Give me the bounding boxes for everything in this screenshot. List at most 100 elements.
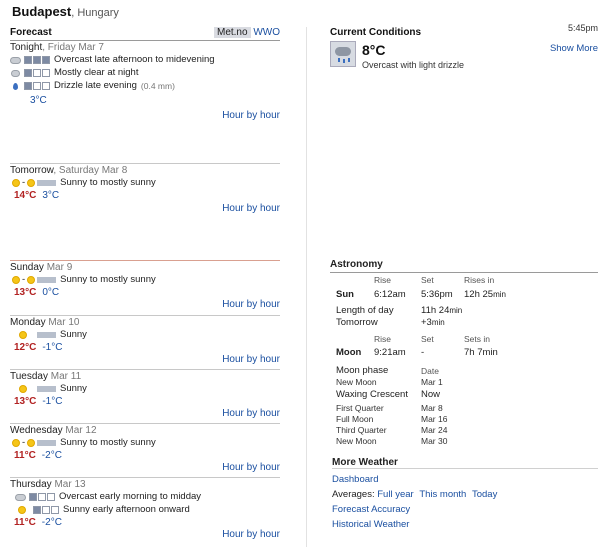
temp-row: 13°C 0°C [10,286,280,299]
temp-row: 12°C -1°C [10,341,280,354]
day-date: Mar 10 [45,317,80,328]
sun-icon [19,384,27,393]
current-description: Overcast with light drizzle [362,60,465,70]
temp-row: 11°C -2°C [10,449,280,462]
temp-row: 3°C [10,94,280,107]
high-temp: 14°C [14,190,37,201]
day-header: Tonight, Friday Mar 7 [10,41,280,53]
forecast-text: Sunny [60,329,87,340]
forecast-text: Sunny [60,383,87,394]
sun-icon [18,505,26,514]
historical-weather-link[interactable]: Historical Weather [332,519,409,530]
moon-rise-header: Rise [374,334,392,344]
more-weather-section: More Weather Dashboard Averages: Full ye… [330,457,598,532]
high-temp: 11°C [14,517,36,528]
day-date: Mar 9 [43,262,73,273]
moon-label: Moon [336,347,362,358]
forecast-row: - Sunny to mostly sunny [10,176,280,189]
forecast-row: - Sunny to mostly sunny [10,273,280,286]
cloud-cover-bars [24,68,50,77]
phase-name-current: Waxing Crescent [336,389,408,400]
averages-label: Averages: [332,489,375,500]
show-more-link[interactable]: Show More [550,43,598,54]
city-name: Budapest [12,4,72,19]
day-name: Tonight [10,42,43,53]
temp-row: 14°C 3°C [10,189,280,202]
sun-icon [12,275,20,284]
high-temp: 12°C [14,342,37,353]
forecast-accuracy-link[interactable]: Forecast Accuracy [332,504,410,515]
tomorrow-label: Tomorrow [336,317,378,328]
hour-by-hour-link[interactable]: Hour by hour [222,203,280,214]
more-weather-title: More Weather [332,457,598,469]
temp-row: 11°C -2°C [10,516,280,529]
day-header: Thursday Mar 13 [10,477,280,490]
sun-icon [12,438,20,447]
sun-icon [12,178,20,187]
current-conditions-title: Current Conditions [330,27,422,38]
source-wwo[interactable]: WWO [253,27,280,38]
cloud-cover-bar [37,179,57,186]
astronomy-title: Astronomy [330,259,598,273]
phase-date: Mar 30 [421,436,448,446]
forecast-row: Sunny early afternoon onward [10,503,280,516]
forecast-text: Overcast early morning to midday [59,491,202,502]
sun-rise-header: Rise [374,275,392,285]
cloud-cover-bars [24,81,50,90]
this-month-link[interactable]: This month [419,489,466,500]
dashboard-link[interactable]: Dashboard [332,474,378,485]
forecast-row: Overcast late afternoon to midevening [10,53,280,66]
phase-date: Mar 1 [421,377,443,387]
low-temp: -2°C [41,450,62,461]
full-year-link[interactable]: Full year [377,489,413,500]
astronomy-section: Astronomy Rise Set Rises in Sun 6:12am 5… [330,259,598,532]
forecast-source-switch: Met.no WWO [213,27,280,38]
day-header: Sunday Mar 9 [10,260,280,273]
high-temp: 13°C [14,287,37,298]
today-link[interactable]: Today [472,489,497,500]
sunrise-time: 6:12am [374,289,406,300]
observation-time: 5:45pm [567,23,598,33]
forecast-row: Sunny [10,382,280,395]
hour-by-hour-link[interactable]: Hour by hour [222,529,280,540]
precipitation-amount: (0.4 mm) [140,80,175,91]
cloud-cover-bars [33,505,59,514]
moonrise-time: 9:21am [374,347,406,358]
phase-name: Full Moon [336,414,374,424]
length-of-day-label: Length of day [336,305,394,316]
day-header: Monday Mar 10 [10,315,280,328]
phase-date-current: Now [421,389,441,400]
day-name: Tomorrow [10,165,54,176]
cloud-cover-bar [37,276,57,283]
day-date: , Friday Mar 7 [42,42,104,53]
day-header: Wednesday Mar 12 [10,423,280,436]
day-name: Tuesday [10,371,48,382]
country-name: , Hungary [71,7,119,19]
forecast-day-thursday: Thursday Mar 13 Overcast early morning t… [10,477,280,545]
forecast-day-tomorrow: Tomorrow, Saturday Mar 8 - Sunny to most… [10,163,280,260]
day-name: Monday [10,317,46,328]
day-date: Mar 13 [51,479,86,490]
forecast-text: Sunny to mostly sunny [60,177,156,188]
forecast-text: Overcast late afternoon to midevening [54,54,215,65]
phase-name: New Moon [336,436,377,446]
details-panel: Current Conditions 5:45pm 8°C Overcast w… [330,23,598,530]
column-divider [306,27,307,547]
sun-icon [19,330,27,339]
hour-by-hour-link[interactable]: Hour by hour [222,408,280,419]
moonset-time: - [421,347,425,358]
hour-by-hour-link[interactable]: Hour by hour [222,354,280,365]
sun-rises-in: 12h 25min [464,289,506,300]
day-name: Wednesday [10,425,63,436]
source-metno[interactable]: Met.no [213,27,251,38]
forecast-row: - Sunny to mostly sunny [10,436,280,449]
location-header: Budapest, Hungary [12,4,119,19]
hour-by-hour-link[interactable]: Hour by hour [222,299,280,310]
forecast-text: Drizzle late evening [54,80,137,91]
forecast-row: Overcast early morning to midday [10,490,280,503]
sun-cloud-icon [27,275,36,284]
hour-by-hour-link[interactable]: Hour by hour [222,462,280,473]
hour-by-hour-link[interactable]: Hour by hour [222,110,280,121]
cloud-cover-bar [37,439,57,446]
forecast-row: Sunny [10,328,280,341]
